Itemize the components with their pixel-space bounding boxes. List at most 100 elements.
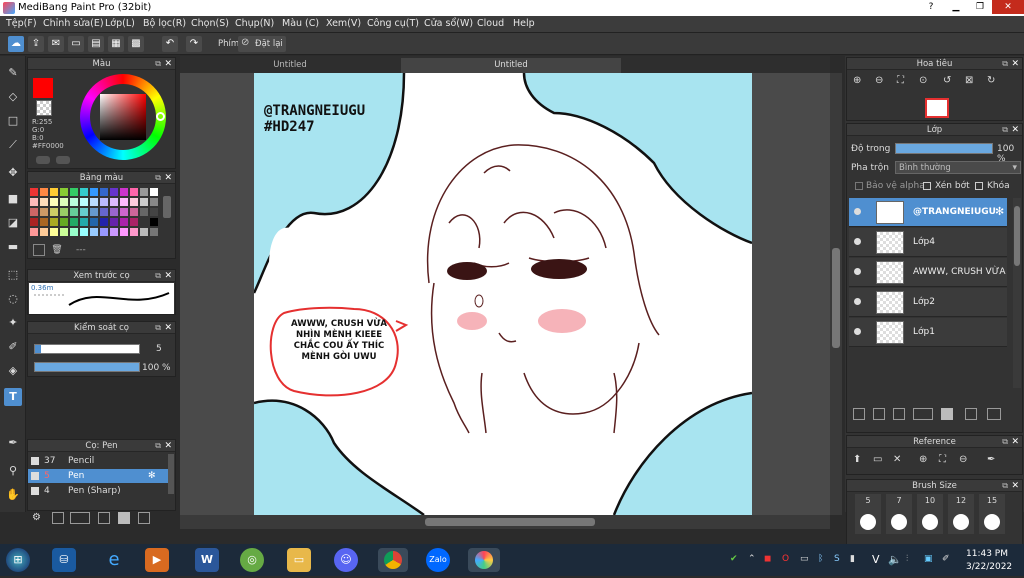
horizontal-scroll-thumb[interactable]: [425, 518, 595, 526]
actual-size-icon[interactable]: ⊙: [919, 75, 933, 89]
palette-swatch[interactable]: [70, 208, 78, 216]
zalo-icon[interactable]: Zalo: [426, 548, 450, 572]
palette-swatch[interactable]: [50, 188, 58, 196]
volume-icon[interactable]: 🔈: [888, 553, 902, 566]
fit-icon[interactable]: ⛶: [897, 75, 911, 89]
palette-swatch[interactable]: [130, 218, 138, 226]
palette-swatch[interactable]: [100, 228, 108, 236]
layer-opacity-slider[interactable]: [895, 143, 993, 154]
palette-swatch[interactable]: [70, 198, 78, 206]
foreground-color-swatch[interactable]: [33, 78, 53, 98]
maximize-button[interactable]: ❐: [968, 0, 992, 14]
reset-rotate-icon[interactable]: ⊠: [965, 75, 979, 89]
layer-row[interactable]: @TRANGNEIUGU ✻: [849, 198, 1007, 227]
palette-swatch[interactable]: [40, 228, 48, 236]
open-folder-icon[interactable]: ▭: [873, 454, 882, 465]
trash-icon[interactable]: 🗑: [51, 244, 63, 256]
upload-icon[interactable]: ⬆: [853, 454, 861, 465]
popout-icon[interactable]: ⧉: [155, 58, 161, 70]
navigator-thumbnail[interactable]: [925, 98, 949, 118]
comment-icon[interactable]: ✉: [48, 36, 64, 52]
tray-app-icon[interactable]: ◼: [764, 554, 771, 564]
opera-icon[interactable]: O: [782, 554, 789, 564]
palette-swatch[interactable]: [140, 218, 148, 226]
layer-scrollbar[interactable]: [1013, 198, 1021, 388]
brush-size-preset[interactable]: 7: [886, 494, 912, 534]
new-palette-icon[interactable]: [33, 244, 45, 256]
bluetooth-icon[interactable]: ᛒ: [818, 554, 823, 564]
duplicate-layer-icon[interactable]: [965, 408, 977, 420]
line-tool-icon[interactable]: ⟋: [4, 136, 22, 154]
palette-swatch[interactable]: [150, 198, 158, 206]
internet-explorer-icon[interactable]: e: [102, 548, 126, 572]
select-eraser-icon[interactable]: ◈: [4, 362, 22, 380]
palette-swatch[interactable]: [130, 198, 138, 206]
layer-row[interactable]: Lớp1: [849, 318, 1007, 347]
palette-swatch[interactable]: [100, 218, 108, 226]
palette-swatch[interactable]: [130, 208, 138, 216]
gradient-tool-icon[interactable]: ▬: [4, 238, 22, 256]
folder-icon[interactable]: [941, 408, 953, 420]
rotate-right-icon[interactable]: ↻: [987, 75, 1001, 89]
close-icon[interactable]: ✕: [1011, 58, 1019, 70]
media-icon[interactable]: ▶: [145, 548, 169, 572]
magic-wand-icon[interactable]: ✦: [4, 314, 22, 332]
palette-swatch[interactable]: [70, 188, 78, 196]
palette-swatch[interactable]: [60, 228, 68, 236]
close-icon[interactable]: ✕: [1011, 436, 1019, 448]
palette-swatch[interactable]: [70, 228, 78, 236]
palette-swatch[interactable]: [110, 188, 118, 196]
palette-swatch[interactable]: [70, 218, 78, 226]
palette-swatch[interactable]: [100, 188, 108, 196]
palette-swatch[interactable]: [30, 218, 38, 226]
drawing-canvas[interactable]: @TRANGNEIUGU #HD247 AWWW, CRUSH VỪA NHÌN…: [254, 73, 752, 515]
palette-swatch[interactable]: [80, 218, 88, 226]
palette-swatch[interactable]: [80, 188, 88, 196]
help-icon[interactable]: ?: [920, 0, 942, 14]
palette-swatch[interactable]: [80, 208, 88, 216]
popout-icon[interactable]: ⧉: [1002, 436, 1008, 448]
eye-icon[interactable]: [854, 208, 861, 215]
brush-list-scrollbar[interactable]: [168, 454, 174, 494]
close-icon[interactable]: ✕: [164, 270, 172, 282]
palette-scrollbar[interactable]: [163, 196, 171, 218]
reset-button[interactable]: ⊘ Đặt lại: [238, 36, 286, 52]
popout-icon[interactable]: ⧉: [1002, 480, 1008, 492]
palette-swatch[interactable]: [110, 228, 118, 236]
tray-arrow-icon[interactable]: ⌃: [748, 554, 756, 564]
cloud-icon[interactable]: ☁: [8, 36, 24, 52]
palette-swatch[interactable]: [110, 218, 118, 226]
palette-swatch[interactable]: [90, 198, 98, 206]
popout-icon[interactable]: ⧉: [155, 322, 161, 334]
word-icon[interactable]: W: [195, 548, 219, 572]
medibang-taskbar-icon[interactable]: [468, 548, 500, 572]
close-icon[interactable]: ✕: [1011, 480, 1019, 492]
zoom-out-icon[interactable]: ⊖: [875, 75, 889, 89]
palette-swatch[interactable]: [100, 198, 108, 206]
close-icon[interactable]: ✕: [164, 440, 172, 452]
discord-icon[interactable]: ☺: [334, 548, 358, 572]
zoom-in-icon[interactable]: ⊕: [853, 75, 867, 89]
palette-swatch[interactable]: [120, 228, 128, 236]
menu-view[interactable]: Xem(V): [326, 18, 361, 29]
chat-icon[interactable]: ▣: [924, 554, 933, 564]
close-button[interactable]: ✕: [992, 0, 1024, 14]
saturation-square[interactable]: [100, 94, 146, 140]
clipping-checkbox[interactable]: [923, 182, 931, 190]
eye-icon[interactable]: [854, 268, 861, 275]
popout-icon[interactable]: ⧉: [155, 440, 161, 452]
brush-opacity-value[interactable]: 100 %: [142, 363, 171, 373]
brush-item[interactable]: 5 Pen ✻: [28, 469, 168, 483]
reference-close-icon[interactable]: ✕: [893, 454, 901, 465]
palette-swatch[interactable]: [90, 188, 98, 196]
speech-icon[interactable]: ▭: [68, 36, 84, 52]
palette-swatch[interactable]: [60, 198, 68, 206]
ref-zoom-out-icon[interactable]: ⊖: [959, 454, 967, 465]
palette-swatch[interactable]: [90, 208, 98, 216]
palette-swatch[interactable]: [40, 188, 48, 196]
gear-icon[interactable]: ✻: [148, 469, 156, 483]
layer-row[interactable]: AWWW, CRUSH VỪA: [849, 258, 1007, 287]
brush-item[interactable]: 37 Pencil: [28, 454, 168, 468]
menu-cloud[interactable]: Cloud: [477, 18, 504, 29]
brush-tool-icon[interactable]: ✎: [4, 64, 22, 82]
